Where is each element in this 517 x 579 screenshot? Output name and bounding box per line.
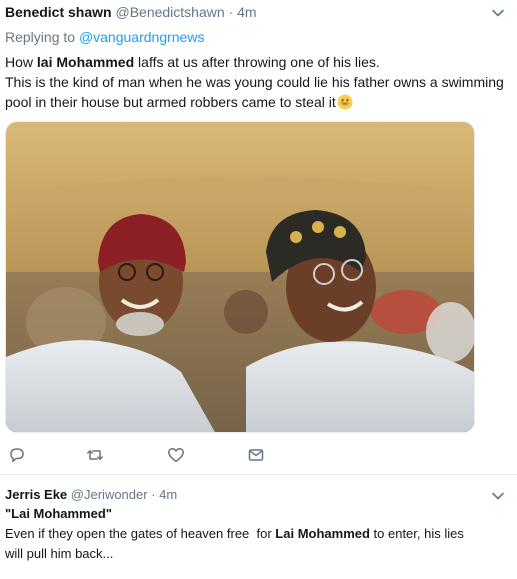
- text-bold-segment: lai Mohammed: [36, 54, 135, 70]
- author-name[interactable]: Benedict shawn: [5, 4, 112, 20]
- tweet-header: Jerris Eke @Jeriwonder · 4m: [5, 487, 177, 502]
- tweet-text-line: pool in their house but armed robbers ca…: [5, 92, 504, 112]
- retweet-icon[interactable]: [84, 444, 106, 466]
- tweet[interactable]: Benedict shawn @Benedictshawn · 4m Reply…: [0, 0, 517, 474]
- separator-dot: ·: [151, 487, 156, 502]
- author-handle[interactable]: @Jeriwonder: [71, 487, 148, 502]
- timestamp[interactable]: 4m: [159, 487, 177, 502]
- tweet-text-line: Even if they open the gates of heaven fr…: [5, 524, 464, 544]
- tweet-text: "Lai Mohammed" Even if they open the gat…: [5, 504, 464, 564]
- replying-prefix: Replying to: [5, 29, 79, 45]
- like-icon[interactable]: [165, 444, 187, 466]
- text-segment: laffs at us after throwing one of his li…: [134, 54, 380, 70]
- chevron-down-icon[interactable]: [491, 489, 505, 503]
- replying-handle-link[interactable]: @vanguardngrnews: [79, 29, 205, 45]
- text-segment: How: [5, 54, 37, 70]
- tweet-text-line: How lai Mohammed laffs at us after throw…: [5, 52, 504, 72]
- tweet-text-line: This is the kind of man when he was youn…: [5, 74, 504, 90]
- timestamp[interactable]: 4m: [237, 4, 256, 20]
- text-segment: to enter, his lies: [369, 526, 464, 541]
- chevron-down-icon[interactable]: [491, 6, 505, 20]
- reply-icon[interactable]: [6, 444, 28, 466]
- tweet-text-line: will pull him back...: [5, 546, 114, 561]
- text-segment: Even if they open the gates of heaven fr…: [5, 526, 276, 541]
- tweet-actions: [5, 444, 285, 466]
- text-segment: pool in their house but armed robbers ca…: [5, 94, 336, 110]
- author-name[interactable]: Jerris Eke: [5, 487, 67, 502]
- tweet-text: How lai Mohammed laffs at us after throw…: [5, 52, 504, 112]
- text-bold-segment: Lai Mohammed: [275, 526, 370, 541]
- separator-dot: ·: [228, 4, 234, 20]
- tweet-photo[interactable]: [5, 121, 475, 433]
- replying-to: Replying to @vanguardngrnews: [5, 29, 204, 45]
- tweet-header: Benedict shawn @Benedictshawn · 4m: [5, 4, 257, 20]
- tweet-text-line: "Lai Mohammed": [5, 506, 112, 521]
- grinning-face-emoji-icon: [337, 94, 353, 110]
- tweet[interactable]: Jerris Eke @Jeriwonder · 4m "Lai Mohamme…: [0, 474, 517, 579]
- author-handle[interactable]: @Benedictshawn: [115, 4, 224, 20]
- direct-message-icon[interactable]: [245, 444, 267, 466]
